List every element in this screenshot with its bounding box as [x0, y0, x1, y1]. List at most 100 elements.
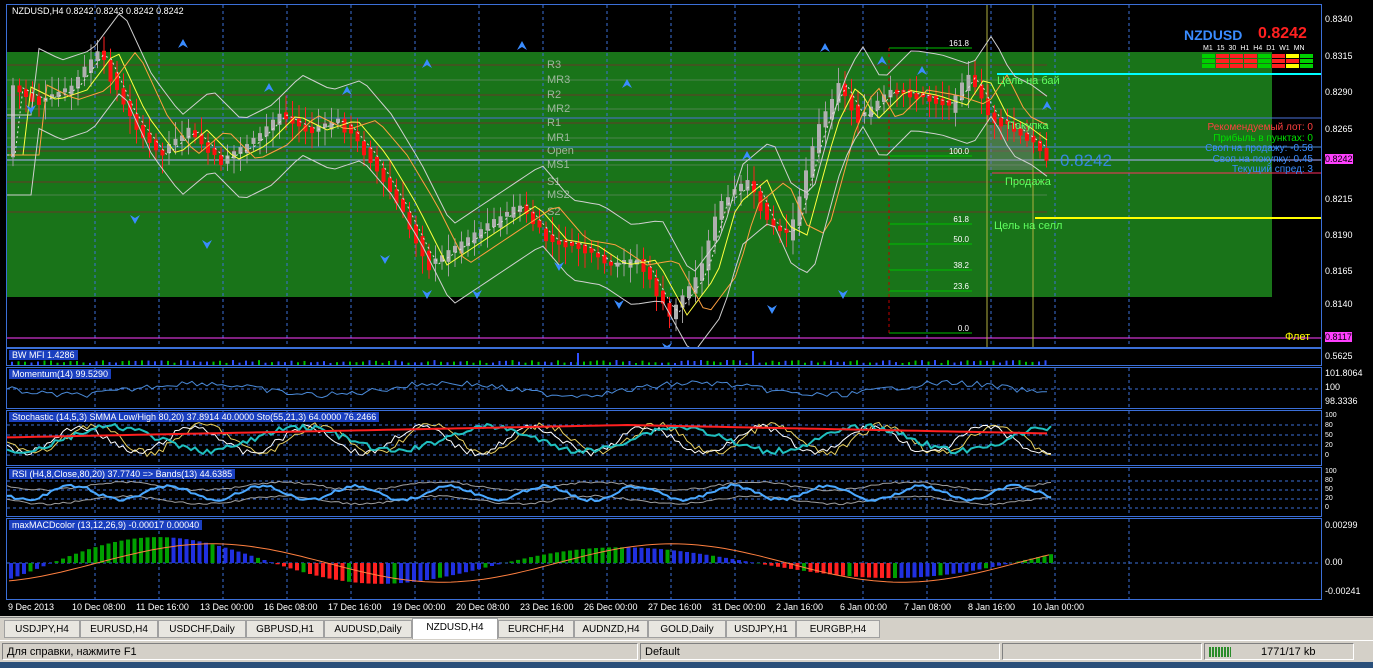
mfi-bar: [89, 362, 91, 365]
mfi-bar: [908, 362, 910, 365]
mfi-bar: [804, 362, 806, 365]
macd-bar: [997, 563, 1001, 566]
mfi-bar: [511, 360, 514, 365]
macd-bar: [184, 539, 189, 563]
timeframe-signal-cell: [1258, 64, 1271, 68]
macd-bar: [119, 540, 124, 563]
timeframe-signal-cell: [1286, 54, 1299, 58]
candle: [95, 51, 100, 62]
mfi-bar: [875, 362, 878, 365]
info-panel: Рекомендуемый лот: 0 Прибыль в пунктах: 0…: [1205, 122, 1314, 176]
macd-axis-label: 0.00: [1325, 557, 1343, 567]
timeframe-signal-cell: [1300, 64, 1313, 68]
candle: [17, 85, 22, 93]
mfi-bar: [752, 351, 754, 365]
timeframe-signal-cell: [1272, 59, 1285, 63]
candle: [537, 219, 542, 228]
chart-tab[interactable]: GOLD,Daily: [648, 620, 726, 638]
mfi-bar: [134, 360, 137, 365]
chart-window[interactable]: R3 MR3 R2 MR2 R1 MR1 Open MS1 S1 MS2 S2 161.8 100.0 6…: [0, 0, 1373, 616]
candle: [615, 262, 620, 267]
chart-tab[interactable]: USDJPY,H1: [726, 620, 796, 638]
symbol-label: NZDUSD: [1184, 27, 1243, 43]
candle: [713, 216, 717, 241]
macd-bar: [48, 563, 52, 564]
mfi-bar: [869, 362, 871, 365]
chart-tab[interactable]: USDJPY,H4: [4, 620, 80, 638]
mfi-bar: [30, 362, 33, 365]
mfi-bar: [440, 361, 442, 365]
mfi-bar: [1012, 360, 1014, 365]
macd-bar: [685, 551, 689, 563]
bwmfi-pane[interactable]: BW MFI 1.4286: [6, 348, 1322, 366]
mfi-bar: [693, 360, 696, 365]
chart-tab[interactable]: AUDNZD,H4: [574, 620, 648, 638]
mfi-bar: [128, 360, 130, 365]
macd-bar: [217, 545, 221, 563]
stochastic-pane[interactable]: Stochastic (14,5,3) SMMA Low/High 80,20)…: [6, 410, 1322, 466]
mfi-bar: [1025, 361, 1027, 365]
rsi-pane[interactable]: RSI (H4,8,Close,80,20) 37.7740 => Bands(…: [6, 467, 1322, 517]
timeframe-signal-cell: [1258, 59, 1271, 63]
timeframe-signal-cell: [1202, 54, 1215, 58]
mfi-bar: [700, 360, 702, 365]
chart-tab[interactable]: EURUSD,H4: [80, 620, 158, 638]
momentum-pane[interactable]: Momentum(14) 99.5290: [6, 367, 1322, 409]
time-axis-label: 7 Jan 08:00: [904, 602, 952, 612]
macd-pane[interactable]: maxMACDcolor (13,12,26,9) -0.00017 0.000…: [6, 518, 1322, 600]
chart-tab[interactable]: USDCHF,Daily: [158, 620, 246, 638]
macd-bar: [984, 563, 988, 569]
zone-label-buy: Покупка: [1007, 120, 1049, 132]
macd-bar: [308, 563, 312, 574]
candle: [726, 197, 730, 206]
mfi-bar: [375, 360, 377, 365]
mfi-bar: [1038, 361, 1040, 365]
macd-bar: [249, 555, 254, 563]
macd-bar: [873, 563, 878, 578]
mfi-bar: [108, 362, 111, 365]
chart-tab[interactable]: AUDUSD,Daily: [324, 620, 412, 638]
rsi-band-lower: [7, 494, 1052, 506]
macd-bar: [568, 550, 572, 563]
mfi-bar: [719, 362, 722, 365]
macd-bar: [730, 558, 735, 563]
candle: [648, 266, 652, 280]
macd-bar: [483, 563, 488, 568]
mfi-bar: [726, 360, 728, 365]
timeframe-label: M1: [1203, 45, 1213, 52]
macd-bar: [769, 563, 774, 566]
mfi-bar: [960, 361, 962, 365]
chart-tab[interactable]: NZDUSD,H4: [412, 618, 498, 639]
chart-tab[interactable]: GBPUSD,H1: [246, 620, 324, 638]
candle: [173, 138, 178, 146]
chart-tab[interactable]: EURGBP,H4: [796, 620, 880, 638]
candle: [160, 149, 165, 156]
mfi-bar: [596, 360, 598, 365]
mfi-bar: [141, 360, 143, 365]
candle: [641, 259, 646, 272]
mfi-bar: [446, 362, 449, 365]
macd-bar: [301, 563, 306, 573]
mfi-bar: [63, 362, 65, 365]
price-pane[interactable]: R3 MR3 R2 MR2 R1 MR1 Open MS1 S1 MS2 S2 161.8 100.0 6…: [6, 4, 1322, 348]
mfi-bar: [336, 362, 338, 365]
candle: [472, 232, 477, 244]
bwmfi-label: BW MFI 1.4286: [9, 350, 78, 360]
chart-tab[interactable]: EURCHF,H4: [498, 620, 574, 638]
macd-bar: [659, 549, 663, 563]
mfi-bar: [232, 360, 234, 365]
macd-bar: [171, 537, 176, 563]
macd-bar: [236, 551, 241, 563]
macd-bar: [464, 563, 468, 573]
candle: [375, 156, 379, 172]
time-axis-label: 10 Dec 08:00: [72, 602, 126, 612]
mfi-bar: [550, 362, 553, 365]
info-line: Рекомендуемый лот: 0: [1207, 122, 1314, 133]
macd-bar: [470, 563, 475, 571]
mfi-bar: [570, 361, 572, 365]
macd-bar: [262, 560, 267, 563]
time-axis-label: 16 Dec 08:00: [264, 602, 318, 612]
price-axis-label: 0.8117: [1325, 332, 1352, 342]
mfi-bar: [251, 361, 254, 365]
momentum-chart: [7, 368, 1321, 408]
